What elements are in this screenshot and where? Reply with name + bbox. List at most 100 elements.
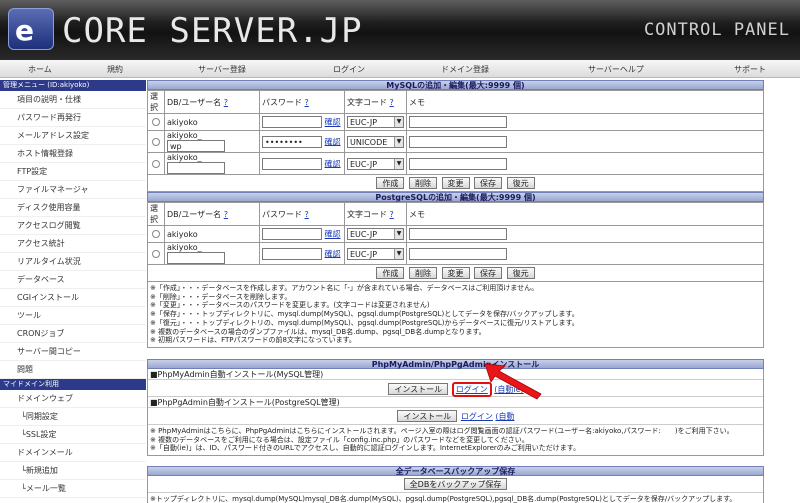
mysql-delete-button[interactable]: 削除 bbox=[408, 177, 437, 189]
sidebar-header-admin: 管理メニュー (ID:akiyoko) bbox=[0, 80, 146, 91]
charset-select[interactable]: EUC-JP ▼ bbox=[347, 157, 404, 170]
charset-select[interactable]: EUC-JP ▼ bbox=[347, 116, 404, 128]
red-arrow-icon bbox=[484, 363, 542, 400]
sidebar-item[interactable]: CRONジョブ bbox=[0, 325, 146, 343]
pgsql-save-button[interactable]: 保存 bbox=[474, 267, 503, 279]
charset-value: EUC-JP bbox=[350, 249, 378, 259]
sidebar-item[interactable]: データベース bbox=[0, 271, 146, 289]
memo-input[interactable] bbox=[409, 135, 507, 148]
pgsql-delete-button[interactable]: 削除 bbox=[408, 267, 437, 279]
sidebar-item[interactable]: └新規追加 bbox=[0, 462, 146, 480]
nav-domain-register[interactable]: ドメイン登録 bbox=[441, 64, 489, 75]
db-user-suffix-input[interactable] bbox=[167, 162, 225, 174]
sidebar-item[interactable]: アクセスログ閲覧 bbox=[0, 217, 146, 235]
nav-server-help[interactable]: サーバーヘルプ bbox=[588, 64, 644, 75]
mysql-button-row: 作成 削除 変更 保存 復元 bbox=[147, 175, 764, 192]
charset-value: EUC-JP bbox=[350, 118, 378, 127]
confirm-link[interactable]: 確認 bbox=[325, 159, 341, 168]
sidebar-item[interactable]: ドメインメール bbox=[0, 444, 146, 462]
col-memo: メモ bbox=[406, 202, 764, 226]
sidebar-item[interactable]: アクセス統計 bbox=[0, 235, 146, 253]
pgsql-change-button[interactable]: 変更 bbox=[441, 267, 470, 279]
memo-input[interactable] bbox=[409, 157, 507, 170]
mysql-create-button[interactable]: 作成 bbox=[376, 177, 405, 189]
phpmyadmin-install-button[interactable]: インストール bbox=[388, 382, 449, 395]
db-password-input[interactable] bbox=[262, 247, 322, 260]
help-link[interactable]: ? bbox=[390, 210, 394, 219]
db-user-suffix-input[interactable] bbox=[167, 252, 225, 264]
phppgadmin-install-button[interactable]: インストール bbox=[397, 409, 458, 422]
help-link[interactable]: ? bbox=[224, 210, 228, 219]
sidebar-item[interactable]: 問題 bbox=[0, 361, 146, 379]
memo-input[interactable] bbox=[409, 116, 507, 128]
sidebar-item[interactable]: └同期設定 bbox=[0, 408, 146, 426]
logo-text: CORE SERVER.JP bbox=[62, 11, 363, 51]
nav-login[interactable]: ログイン bbox=[333, 64, 365, 75]
col-select: 選択 bbox=[147, 202, 165, 226]
db-password-input[interactable] bbox=[262, 116, 322, 128]
help-link[interactable]: ? bbox=[305, 210, 309, 219]
db-password-input[interactable]: •••••••• bbox=[262, 135, 322, 148]
backup-all-button[interactable]: 全DBをバックアップ保存 bbox=[403, 478, 508, 491]
mysql-change-button[interactable]: 変更 bbox=[441, 177, 470, 189]
col-user: DB/ユーザー名 bbox=[167, 209, 222, 219]
pgsql-button-row: 作成 削除 変更 保存 復元 bbox=[147, 265, 764, 282]
sidebar-item[interactable]: パスワード再発行 bbox=[0, 109, 146, 127]
col-select: 選択 bbox=[147, 90, 165, 114]
sidebar-item[interactable]: ファイルマネージャ bbox=[0, 181, 146, 199]
nav-server-register[interactable]: サーバー登録 bbox=[198, 64, 246, 75]
sidebar-item[interactable]: メールアドレス設定 bbox=[0, 127, 146, 145]
backup-row: 全DBをバックアップ保存 bbox=[148, 476, 763, 494]
mysql-restore-button[interactable]: 復元 bbox=[506, 177, 535, 189]
nav-home[interactable]: ホーム bbox=[28, 64, 52, 75]
row-radio[interactable] bbox=[152, 159, 160, 168]
charset-value: EUC-JP bbox=[350, 230, 378, 239]
nav-support[interactable]: サポート bbox=[734, 64, 766, 75]
top-nav: ホーム 規約 サーバー登録 ログイン ドメイン登録 サーバーヘルプ サポート bbox=[0, 60, 800, 78]
charset-select[interactable]: EUC-JP ▼ bbox=[347, 247, 404, 260]
db-password-input[interactable] bbox=[262, 228, 322, 240]
row-radio[interactable] bbox=[152, 118, 160, 126]
sidebar-item[interactable]: CGIインストール bbox=[0, 289, 146, 307]
main-content: MySQLの追加・編集(最大:9999 個) 選択 DB/ユーザー名 ? パスワ… bbox=[147, 80, 764, 503]
sidebar-header-mydomain: マイドメイン利用 bbox=[0, 379, 146, 390]
help-link[interactable]: ? bbox=[305, 98, 309, 107]
chevron-down-icon: ▼ bbox=[394, 248, 403, 259]
row-radio[interactable] bbox=[152, 137, 160, 146]
table-row: akiyoko 確認 EUC-JP ▼ bbox=[147, 113, 764, 131]
sidebar-item[interactable]: 項目の説明・仕様 bbox=[0, 91, 146, 109]
confirm-link[interactable]: 確認 bbox=[325, 230, 341, 239]
charset-select[interactable]: EUC-JP ▼ bbox=[347, 228, 404, 240]
mysql-save-button[interactable]: 保存 bbox=[474, 177, 503, 189]
sidebar-item[interactable]: └SSL設定 bbox=[0, 426, 146, 444]
phppgadmin-auto-link[interactable]: (自動 bbox=[495, 412, 514, 421]
db-user-suffix-input[interactable]: wp bbox=[167, 140, 225, 152]
confirm-link[interactable]: 確認 bbox=[325, 137, 341, 146]
pgsql-create-button[interactable]: 作成 bbox=[376, 267, 405, 279]
sidebar-item[interactable]: ドメインウェブ bbox=[0, 390, 146, 408]
sidebar-item[interactable]: FTP設定 bbox=[0, 163, 146, 181]
nav-terms[interactable]: 規約 bbox=[107, 64, 123, 75]
memo-input[interactable] bbox=[409, 228, 507, 240]
mysql-table: 選択 DB/ユーザー名 ? パスワード ? 文字コード ? メモ akiyoko… bbox=[147, 90, 764, 175]
charset-select[interactable]: UNICODE ▼ bbox=[347, 135, 404, 148]
confirm-link[interactable]: 確認 bbox=[325, 249, 341, 258]
pgsql-restore-button[interactable]: 復元 bbox=[506, 267, 535, 279]
control-panel-title: CONTROL PANEL bbox=[643, 20, 790, 40]
sidebar-item[interactable]: リアルタイム状況 bbox=[0, 253, 146, 271]
sidebar-item[interactable]: ディスク使用容量 bbox=[0, 199, 146, 217]
row-radio[interactable] bbox=[152, 230, 160, 238]
sidebar-item[interactable]: ツール bbox=[0, 307, 146, 325]
memo-input[interactable] bbox=[409, 247, 507, 260]
logo-mark-letter: e bbox=[15, 14, 34, 47]
db-password-input[interactable] bbox=[262, 157, 322, 170]
help-link[interactable]: ? bbox=[224, 98, 228, 107]
help-link[interactable]: ? bbox=[390, 98, 394, 107]
sidebar-item[interactable]: ホスト情報登録 bbox=[0, 145, 146, 163]
confirm-link[interactable]: 確認 bbox=[325, 118, 341, 127]
pgsql-table: 選択 DB/ユーザー名 ? パスワード ? 文字コード ? メモ akiyoko… bbox=[147, 202, 764, 265]
sidebar-item[interactable]: └メール一覧 bbox=[0, 480, 146, 498]
row-radio[interactable] bbox=[152, 249, 160, 258]
sidebar-item[interactable]: サーバー間コピー bbox=[0, 343, 146, 361]
phppgadmin-login-link[interactable]: ログイン bbox=[461, 412, 493, 421]
